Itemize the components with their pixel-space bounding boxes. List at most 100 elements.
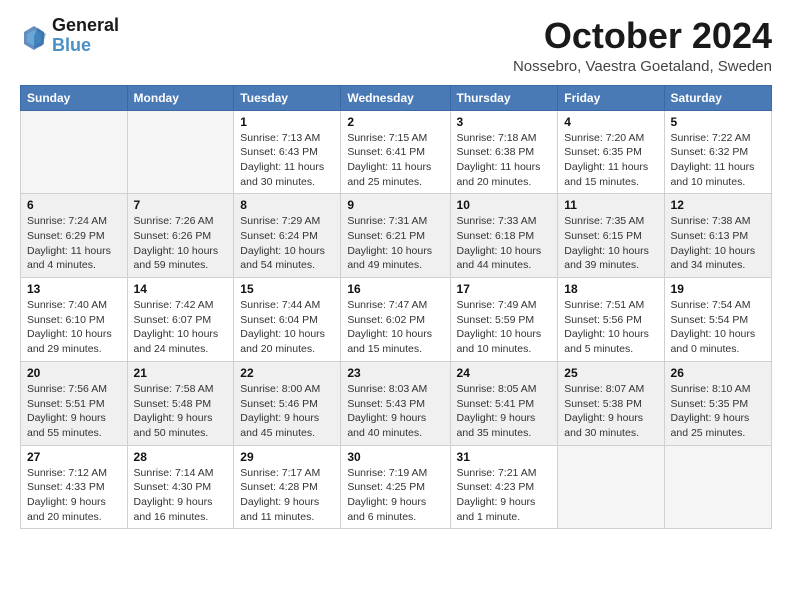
calendar-day-cell: 11 Sunrise: 7:35 AMSunset: 6:15 PMDayligh… xyxy=(558,194,664,278)
day-number: 21 xyxy=(134,366,228,380)
day-info: Sunrise: 7:29 AMSunset: 6:24 PMDaylight:… xyxy=(240,214,334,273)
calendar-day-cell: 6 Sunrise: 7:24 AMSunset: 6:29 PMDaylight… xyxy=(21,194,128,278)
day-number: 7 xyxy=(134,198,228,212)
calendar-week-row: 20Sunrise: 7:56 AMSunset: 5:51 PMDayligh… xyxy=(21,361,772,445)
day-info: Sunrise: 7:31 AMSunset: 6:21 PMDaylight:… xyxy=(347,214,443,273)
day-info: Sunrise: 7:47 AMSunset: 6:02 PMDaylight:… xyxy=(347,298,443,357)
calendar-day-cell: 25 Sunrise: 8:07 AMSunset: 5:38 PMDayligh… xyxy=(558,361,664,445)
day-info: Sunrise: 7:49 AMSunset: 5:59 PMDaylight:… xyxy=(457,298,552,357)
day-number: 8 xyxy=(240,198,334,212)
day-info: Sunrise: 7:18 AMSunset: 6:38 PMDaylight:… xyxy=(457,131,552,190)
calendar-day-cell: 17Sunrise: 7:49 AMSunset: 5:59 PMDayligh… xyxy=(450,278,558,362)
day-number: 25 xyxy=(564,366,657,380)
calendar-day-cell xyxy=(558,445,664,529)
logo: General Blue xyxy=(20,16,119,56)
logo-icon xyxy=(20,22,48,50)
calendar-day-cell: 27 Sunrise: 7:12 AMSunset: 4:33 PMDayligh… xyxy=(21,445,128,529)
calendar-day-cell: 1Sunrise: 7:13 AMSunset: 6:43 PMDaylight… xyxy=(234,110,341,194)
day-info: Sunrise: 8:05 AMSunset: 5:41 PMDaylight:… xyxy=(457,382,552,441)
calendar-day-cell xyxy=(664,445,771,529)
day-number: 23 xyxy=(347,366,443,380)
calendar-week-row: 27 Sunrise: 7:12 AMSunset: 4:33 PMDayligh… xyxy=(21,445,772,529)
day-number: 27 xyxy=(27,450,121,464)
calendar-day-cell: 7 Sunrise: 7:26 AMSunset: 6:26 PMDaylight… xyxy=(127,194,234,278)
day-info: Sunrise: 8:07 AMSunset: 5:38 PMDaylight:… xyxy=(564,382,657,441)
day-info: Sunrise: 7:38 AMSunset: 6:13 PMDaylight:… xyxy=(671,214,765,273)
calendar-day-cell: 30 Sunrise: 7:19 AMSunset: 4:25 PMDayligh… xyxy=(341,445,450,529)
calendar-day-cell: 24 Sunrise: 8:05 AMSunset: 5:41 PMDayligh… xyxy=(450,361,558,445)
day-info: Sunrise: 7:35 AMSunset: 6:15 PMDaylight:… xyxy=(564,214,657,273)
calendar-day-cell: 18 Sunrise: 7:51 AMSunset: 5:56 PMDayligh… xyxy=(558,278,664,362)
calendar-day-cell: 15 Sunrise: 7:44 AMSunset: 6:04 PMDayligh… xyxy=(234,278,341,362)
day-info: Sunrise: 7:12 AMSunset: 4:33 PMDaylight:… xyxy=(27,466,121,525)
day-number: 2 xyxy=(347,115,443,129)
calendar-day-cell: 8 Sunrise: 7:29 AMSunset: 6:24 PMDaylight… xyxy=(234,194,341,278)
day-number: 19 xyxy=(671,282,765,296)
day-number: 5 xyxy=(671,115,765,129)
day-number: 6 xyxy=(27,198,121,212)
day-number: 18 xyxy=(564,282,657,296)
day-number: 14 xyxy=(134,282,228,296)
day-info: Sunrise: 8:10 AMSunset: 5:35 PMDaylight:… xyxy=(671,382,765,441)
calendar-day-cell: 23Sunrise: 8:03 AMSunset: 5:43 PMDayligh… xyxy=(341,361,450,445)
calendar-day-cell: 26Sunrise: 8:10 AMSunset: 5:35 PMDayligh… xyxy=(664,361,771,445)
day-number: 30 xyxy=(347,450,443,464)
calendar-day-cell: 4Sunrise: 7:20 AMSunset: 6:35 PMDaylight… xyxy=(558,110,664,194)
calendar-day-cell: 3 Sunrise: 7:18 AMSunset: 6:38 PMDaylight… xyxy=(450,110,558,194)
calendar-day-cell: 31Sunrise: 7:21 AMSunset: 4:23 PMDayligh… xyxy=(450,445,558,529)
calendar-day-cell: 29 Sunrise: 7:17 AMSunset: 4:28 PMDayligh… xyxy=(234,445,341,529)
day-info: Sunrise: 7:33 AMSunset: 6:18 PMDaylight:… xyxy=(457,214,552,273)
calendar-day-cell: 13 Sunrise: 7:40 AMSunset: 6:10 PMDayligh… xyxy=(21,278,128,362)
day-info: Sunrise: 7:22 AMSunset: 6:32 PMDaylight:… xyxy=(671,131,765,190)
day-number: 11 xyxy=(564,198,657,212)
calendar-table: SundayMondayTuesdayWednesdayThursdayFrid… xyxy=(20,85,772,530)
day-info: Sunrise: 8:00 AMSunset: 5:46 PMDaylight:… xyxy=(240,382,334,441)
day-info: Sunrise: 7:44 AMSunset: 6:04 PMDaylight:… xyxy=(240,298,334,357)
day-info: Sunrise: 7:26 AMSunset: 6:26 PMDaylight:… xyxy=(134,214,228,273)
calendar-week-row: 13 Sunrise: 7:40 AMSunset: 6:10 PMDayligh… xyxy=(21,278,772,362)
day-info: Sunrise: 7:13 AMSunset: 6:43 PMDaylight:… xyxy=(240,131,334,190)
day-of-week-header: Friday xyxy=(558,85,664,110)
calendar-day-cell: 21Sunrise: 7:58 AMSunset: 5:48 PMDayligh… xyxy=(127,361,234,445)
day-number: 3 xyxy=(457,115,552,129)
calendar-day-cell: 12Sunrise: 7:38 AMSunset: 6:13 PMDayligh… xyxy=(664,194,771,278)
day-number: 15 xyxy=(240,282,334,296)
calendar-day-cell: 5 Sunrise: 7:22 AMSunset: 6:32 PMDaylight… xyxy=(664,110,771,194)
calendar-day-cell: 28 Sunrise: 7:14 AMSunset: 4:30 PMDayligh… xyxy=(127,445,234,529)
calendar-day-cell: 14 Sunrise: 7:42 AMSunset: 6:07 PMDayligh… xyxy=(127,278,234,362)
day-number: 29 xyxy=(240,450,334,464)
logo-blue: Blue xyxy=(52,36,119,56)
calendar-day-cell: 19Sunrise: 7:54 AMSunset: 5:54 PMDayligh… xyxy=(664,278,771,362)
day-info: Sunrise: 7:40 AMSunset: 6:10 PMDaylight:… xyxy=(27,298,121,357)
location: Nossebro, Vaestra Goetaland, Sweden xyxy=(513,58,772,75)
day-info: Sunrise: 7:15 AMSunset: 6:41 PMDaylight:… xyxy=(347,131,443,190)
day-info: Sunrise: 7:42 AMSunset: 6:07 PMDaylight:… xyxy=(134,298,228,357)
calendar-week-row: 1Sunrise: 7:13 AMSunset: 6:43 PMDaylight… xyxy=(21,110,772,194)
day-number: 24 xyxy=(457,366,552,380)
month-title: October 2024 xyxy=(513,16,772,56)
day-info: Sunrise: 7:14 AMSunset: 4:30 PMDaylight:… xyxy=(134,466,228,525)
day-number: 28 xyxy=(134,450,228,464)
day-info: Sunrise: 7:20 AMSunset: 6:35 PMDaylight:… xyxy=(564,131,657,190)
day-number: 20 xyxy=(27,366,121,380)
page: General Blue October 2024 Nossebro, Vaes… xyxy=(0,0,792,549)
calendar-week-row: 6 Sunrise: 7:24 AMSunset: 6:29 PMDaylight… xyxy=(21,194,772,278)
day-number: 31 xyxy=(457,450,552,464)
day-number: 9 xyxy=(347,198,443,212)
calendar-header: SundayMondayTuesdayWednesdayThursdayFrid… xyxy=(21,85,772,110)
day-number: 10 xyxy=(457,198,552,212)
day-of-week-header: Saturday xyxy=(664,85,771,110)
day-of-week-header: Thursday xyxy=(450,85,558,110)
day-number: 13 xyxy=(27,282,121,296)
day-info: Sunrise: 7:19 AMSunset: 4:25 PMDaylight:… xyxy=(347,466,443,525)
calendar-day-cell: 22 Sunrise: 8:00 AMSunset: 5:46 PMDayligh… xyxy=(234,361,341,445)
day-info: Sunrise: 7:17 AMSunset: 4:28 PMDaylight:… xyxy=(240,466,334,525)
day-info: Sunrise: 7:51 AMSunset: 5:56 PMDaylight:… xyxy=(564,298,657,357)
calendar-body: 1Sunrise: 7:13 AMSunset: 6:43 PMDaylight… xyxy=(21,110,772,529)
day-of-week-header: Sunday xyxy=(21,85,128,110)
day-info: Sunrise: 7:24 AMSunset: 6:29 PMDaylight:… xyxy=(27,214,121,273)
header: General Blue October 2024 Nossebro, Vaes… xyxy=(20,16,772,75)
calendar-day-cell: 2 Sunrise: 7:15 AMSunset: 6:41 PMDaylight… xyxy=(341,110,450,194)
calendar-day-cell: 9 Sunrise: 7:31 AMSunset: 6:21 PMDaylight… xyxy=(341,194,450,278)
day-number: 22 xyxy=(240,366,334,380)
